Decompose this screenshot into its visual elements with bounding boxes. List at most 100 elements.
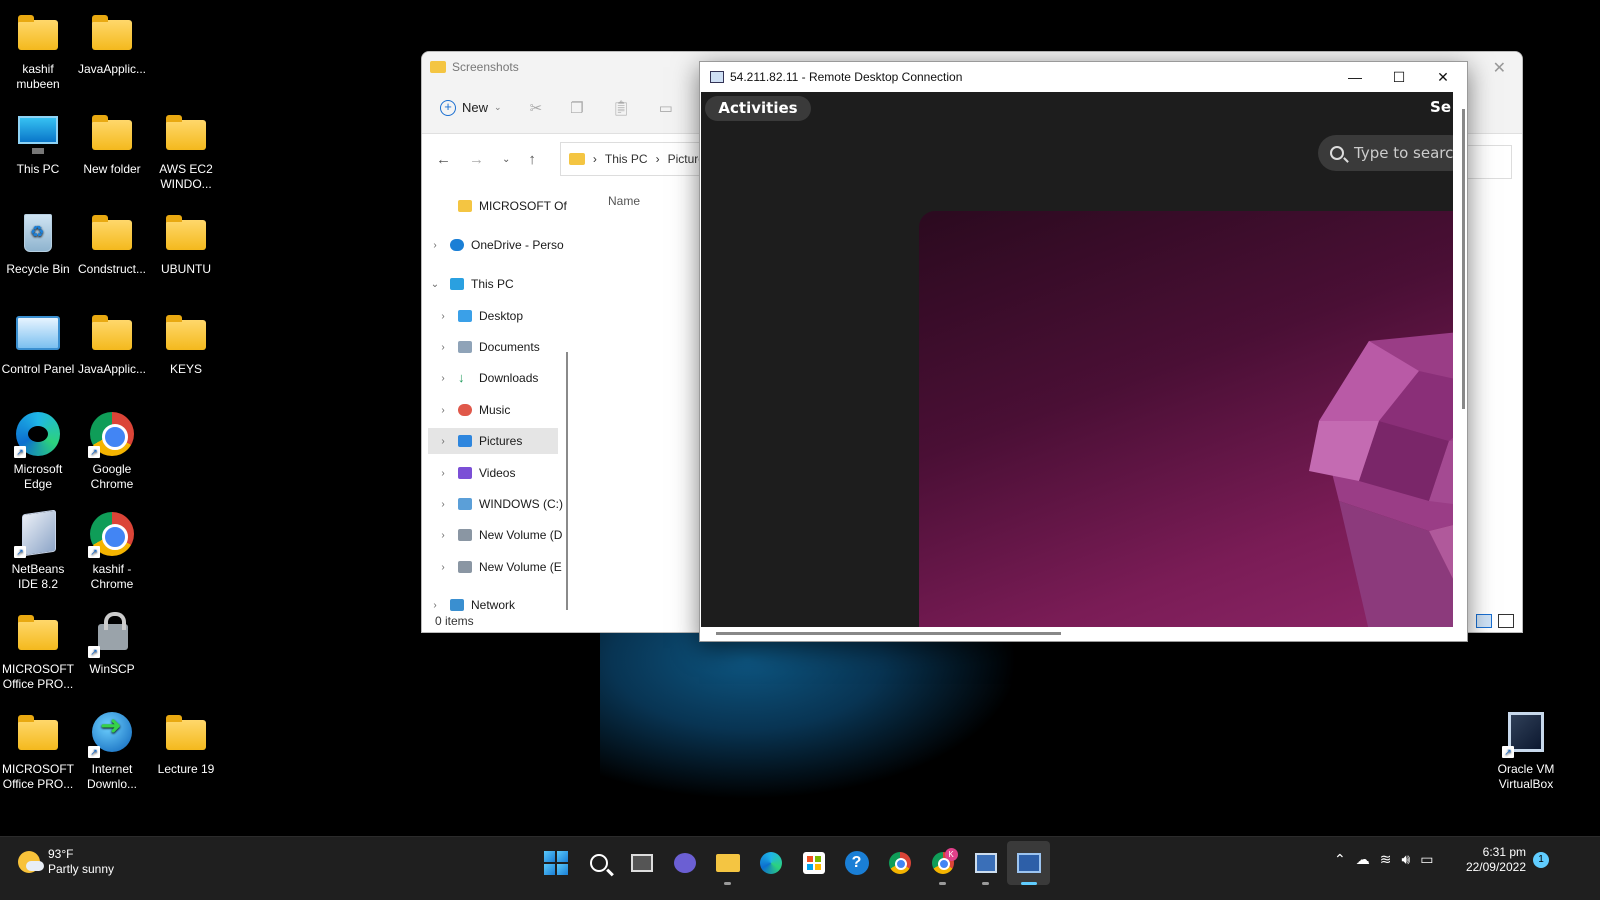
- rename-icon[interactable]: ▭: [659, 99, 673, 117]
- workspace-thumbnail[interactable]: [919, 211, 1453, 627]
- chat-button[interactable]: [663, 841, 706, 885]
- taskbar-remote-desktop[interactable]: [1007, 841, 1050, 885]
- desktop-icon-new-folder[interactable]: New folder: [74, 110, 150, 177]
- nav-scrollbar[interactable]: [566, 352, 568, 610]
- nav-item-microsoft-office[interactable]: MICROSOFT Of: [436, 193, 567, 219]
- desktop-icon-javaapplic-2[interactable]: JavaApplic...: [74, 310, 150, 377]
- tiles-view-icon[interactable]: [1498, 614, 1514, 628]
- taskbar-get-help[interactable]: ?: [835, 841, 878, 885]
- clock[interactable]: 6:31 pm 22/09/2022: [1460, 845, 1526, 875]
- taskbar-file-explorer[interactable]: [706, 841, 749, 885]
- onedrive-cloud-icon[interactable]: ☁: [1356, 851, 1370, 868]
- desktop-icon-kashif-chrome[interactable]: ↗ kashif - Chrome: [74, 510, 150, 592]
- chevron-right-icon[interactable]: ›: [428, 240, 442, 251]
- desktop-icon-this-pc[interactable]: This PC: [0, 110, 76, 177]
- desktop-icon-winscp[interactable]: ↗ WinSCP: [74, 610, 150, 677]
- desktop-icon-ubuntu[interactable]: UBUNTU: [148, 210, 224, 277]
- taskbar-chrome[interactable]: [878, 841, 921, 885]
- nav-item-new-volume-d[interactable]: › New Volume (D: [436, 522, 562, 548]
- chevron-right-icon[interactable]: ›: [436, 405, 450, 416]
- chevron-right-icon[interactable]: ›: [436, 468, 450, 479]
- details-view-icon[interactable]: [1476, 614, 1492, 628]
- nav-item-new-volume-e[interactable]: › New Volume (E: [436, 554, 561, 580]
- notification-badge[interactable]: 1: [1533, 852, 1549, 868]
- chevron-right-icon[interactable]: ›: [436, 499, 450, 510]
- battery-icon[interactable]: ▭: [1420, 851, 1433, 868]
- desktop-icon-keys[interactable]: KEYS: [148, 310, 224, 377]
- desktop-icon-recycle-bin[interactable]: Recycle Bin: [0, 210, 76, 277]
- desktop-icon-internet-download[interactable]: ↗ Internet Downlo...: [74, 710, 150, 792]
- desktop-icon-virtualbox[interactable]: ↗ Oracle VM VirtualBox: [1488, 710, 1564, 792]
- forward-arrow-icon[interactable]: →: [469, 151, 484, 168]
- nav-item-videos[interactable]: › Videos: [436, 460, 515, 486]
- nav-item-windows-c[interactable]: › WINDOWS (C:): [436, 491, 563, 517]
- chevron-right-icon[interactable]: ›: [436, 373, 450, 384]
- desktop-icon-google-chrome[interactable]: ↗ Google Chrome: [74, 410, 150, 492]
- top-bar-right-text[interactable]: Se: [1430, 98, 1451, 116]
- rdp-vertical-scrollbar[interactable]: [1462, 109, 1465, 409]
- recent-chevron-icon[interactable]: ⌄: [502, 154, 510, 165]
- desktop-icon-aws-ec2[interactable]: AWS EC2 WINDO...: [148, 110, 224, 192]
- chevron-right-icon[interactable]: ›: [428, 600, 442, 611]
- desktop-icon-control-panel[interactable]: Control Panel: [0, 310, 76, 377]
- cut-icon[interactable]: ✂: [530, 99, 543, 117]
- gnome-search-field[interactable]: Type to searc: [1318, 135, 1453, 171]
- activities-button[interactable]: Activities: [705, 96, 811, 121]
- up-arrow-icon[interactable]: ↑: [528, 151, 536, 168]
- close-icon[interactable]: ✕: [1493, 58, 1506, 78]
- close-icon[interactable]: ✕: [1421, 62, 1465, 92]
- shortcut-arrow-icon: ↗: [14, 446, 26, 458]
- taskbar-chrome-profile[interactable]: K: [921, 841, 964, 885]
- taskbar-edge[interactable]: [749, 841, 792, 885]
- chevron-up-icon[interactable]: ⌃: [1334, 851, 1346, 868]
- task-view-button[interactable]: [620, 841, 663, 885]
- desktop-icon-label: New folder: [83, 162, 141, 176]
- shortcut-arrow-icon: ↗: [1502, 746, 1514, 758]
- rdp-titlebar[interactable]: 54.211.82.11 - Remote Desktop Connection…: [700, 62, 1467, 92]
- column-header-name[interactable]: Name: [608, 194, 640, 208]
- volume-icon[interactable]: 🔊︎: [1401, 851, 1410, 868]
- nav-item-this-pc[interactable]: ⌄ This PC: [428, 271, 514, 297]
- minimize-icon[interactable]: —: [1333, 62, 1377, 92]
- chevron-right-icon[interactable]: ›: [436, 562, 450, 573]
- remote-desktop-window[interactable]: 54.211.82.11 - Remote Desktop Connection…: [699, 61, 1468, 642]
- chevron-right-icon[interactable]: ›: [436, 311, 450, 322]
- paste-icon[interactable]: 📋︎: [612, 99, 631, 117]
- desktop-icon-condstruct[interactable]: Condstruct...: [74, 210, 150, 277]
- back-arrow-icon[interactable]: ←: [436, 151, 451, 168]
- nav-item-downloads[interactable]: › ↓ Downloads: [436, 365, 538, 391]
- wifi-icon[interactable]: ≋: [1380, 851, 1392, 868]
- nav-item-pictures[interactable]: › Pictures: [428, 428, 558, 454]
- chevron-right-icon[interactable]: ›: [436, 342, 450, 353]
- desktop-icon-microsoft-edge[interactable]: ↗ Microsoft Edge: [0, 410, 76, 492]
- nav-item-desktop[interactable]: › Desktop: [436, 303, 523, 329]
- maximize-icon[interactable]: ☐: [1377, 62, 1421, 92]
- chevron-right-icon[interactable]: ›: [436, 530, 450, 541]
- desktop-icon-javaapplic-1[interactable]: JavaApplic...: [74, 10, 150, 77]
- navigation-pane: MICROSOFT Of › OneDrive - Perso ⌄ This P…: [422, 185, 567, 612]
- desktop-icon-kashif-mubeen[interactable]: kashif mubeen: [0, 10, 76, 92]
- network-icon: [450, 599, 464, 611]
- chevron-down-icon[interactable]: ⌄: [428, 279, 442, 290]
- nav-item-label: New Volume (D: [479, 528, 563, 542]
- weather-widget[interactable]: 93°F Partly sunny: [18, 847, 114, 877]
- breadcrumb-this-pc[interactable]: This PC: [605, 152, 648, 166]
- desktop-icon-lecture-19[interactable]: Lecture 19: [148, 710, 224, 777]
- taskbar-network-app[interactable]: [964, 841, 1007, 885]
- start-button[interactable]: [534, 841, 577, 885]
- nav-item-music[interactable]: › Music: [436, 397, 510, 423]
- nav-item-documents[interactable]: › Documents: [436, 334, 539, 360]
- desktop-icon-netbeans[interactable]: ↗ NetBeans IDE 8.2: [0, 509, 76, 592]
- remote-desktop-icon: [1016, 853, 1041, 873]
- remote-screen[interactable]: Activities Se Type to searc: [701, 92, 1453, 627]
- copy-icon[interactable]: ❐: [570, 99, 583, 117]
- chevron-right-icon[interactable]: ›: [436, 436, 450, 447]
- desktop-icon-microsoft-office-2[interactable]: MICROSOFT Office PRO...: [0, 710, 76, 792]
- rdp-horizontal-scrollbar[interactable]: [716, 632, 1061, 635]
- new-button[interactable]: + New ⌄: [440, 99, 502, 116]
- nav-item-onedrive[interactable]: › OneDrive - Perso: [428, 232, 563, 258]
- taskbar-search-button[interactable]: [577, 841, 620, 885]
- desktop-icon-microsoft-office-1[interactable]: MICROSOFT Office PRO...: [0, 610, 76, 692]
- taskbar-store[interactable]: [792, 841, 835, 885]
- desktop-icon-label: This PC: [16, 162, 60, 176]
